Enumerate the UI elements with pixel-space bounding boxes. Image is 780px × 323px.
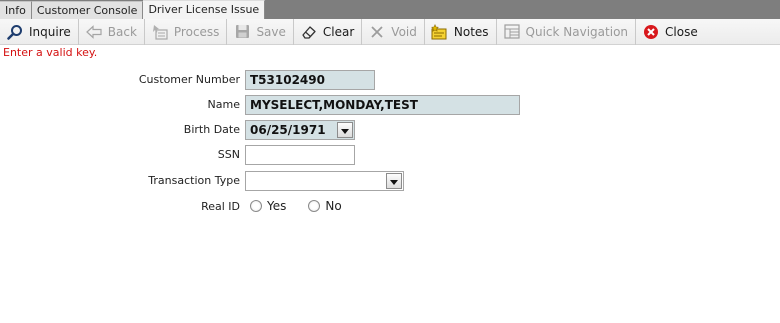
notes-button[interactable]: Notes xyxy=(425,18,497,45)
close-circle-icon xyxy=(642,23,660,41)
tab-driver-license-issue[interactable]: Driver License Issue xyxy=(143,0,266,19)
transaction-type-label: Transaction Type xyxy=(148,174,240,187)
chevron-down-icon xyxy=(341,121,349,139)
clear-button[interactable]: Clear xyxy=(294,18,363,45)
process-button[interactable]: Process xyxy=(145,18,228,45)
back-arrow-icon xyxy=(85,23,103,41)
x-mark-icon xyxy=(368,23,386,41)
save-button[interactable]: Save xyxy=(227,18,294,45)
error-message: Enter a valid key. xyxy=(3,46,98,59)
grid-window-icon xyxy=(503,23,521,41)
quick-navigation-label: Quick Navigation xyxy=(525,24,629,39)
back-button[interactable]: Back xyxy=(79,18,145,45)
process-label: Process xyxy=(173,24,220,39)
close-button[interactable]: Close xyxy=(636,19,705,45)
real-id-yes-label: Yes xyxy=(267,199,287,213)
birth-date-field[interactable]: 06/25/1971 xyxy=(245,120,355,140)
birth-date-label: Birth Date xyxy=(183,123,240,136)
real-id-radio-group: Yes No xyxy=(250,199,364,213)
close-label: Close xyxy=(665,24,698,39)
radio-circle[interactable] xyxy=(250,200,262,212)
tab-info[interactable]: Info xyxy=(0,1,32,19)
notes-icon xyxy=(431,23,449,41)
notes-label: Notes xyxy=(453,24,489,39)
real-id-label: Real ID xyxy=(201,200,240,213)
real-id-yes-radio[interactable]: Yes xyxy=(250,199,286,213)
clear-label: Clear xyxy=(322,24,355,39)
ssn-label: SSN xyxy=(217,148,240,161)
real-id-no-radio[interactable]: No xyxy=(308,199,342,213)
chevron-down-icon xyxy=(390,172,398,190)
birth-date-dropdown-button[interactable] xyxy=(337,122,353,138)
toolbar: Inquire Back Process Save Clear Void Not… xyxy=(0,18,780,45)
transaction-type-dropdown-button[interactable] xyxy=(386,173,402,189)
radio-circle[interactable] xyxy=(308,200,321,212)
name-field[interactable]: MYSELECT,MONDAY,TEST xyxy=(245,95,520,115)
process-icon xyxy=(151,23,169,41)
void-button[interactable]: Void xyxy=(362,18,425,45)
save-label: Save xyxy=(256,24,286,39)
inquire-label: Inquire xyxy=(29,24,71,39)
tab-customer-console[interactable]: Customer Console xyxy=(31,1,144,19)
void-label: Void xyxy=(391,24,417,39)
name-label: Name xyxy=(207,98,240,111)
magnifier-icon xyxy=(6,23,24,41)
birth-date-value: 06/25/1971 xyxy=(250,123,326,137)
real-id-no-label: No xyxy=(325,199,342,213)
inquire-button[interactable]: Inquire xyxy=(0,18,79,45)
quick-navigation-button[interactable]: Quick Navigation xyxy=(497,18,637,45)
transaction-type-select[interactable] xyxy=(245,171,404,191)
tab-bar: Info Customer Console Driver License Iss… xyxy=(0,0,780,19)
customer-number-label: Customer Number xyxy=(138,73,240,86)
customer-number-field[interactable]: T53102490 xyxy=(245,70,375,90)
floppy-disk-icon xyxy=(233,23,251,41)
ssn-field[interactable] xyxy=(245,145,355,165)
back-label: Back xyxy=(107,24,137,39)
eraser-icon xyxy=(300,23,318,41)
